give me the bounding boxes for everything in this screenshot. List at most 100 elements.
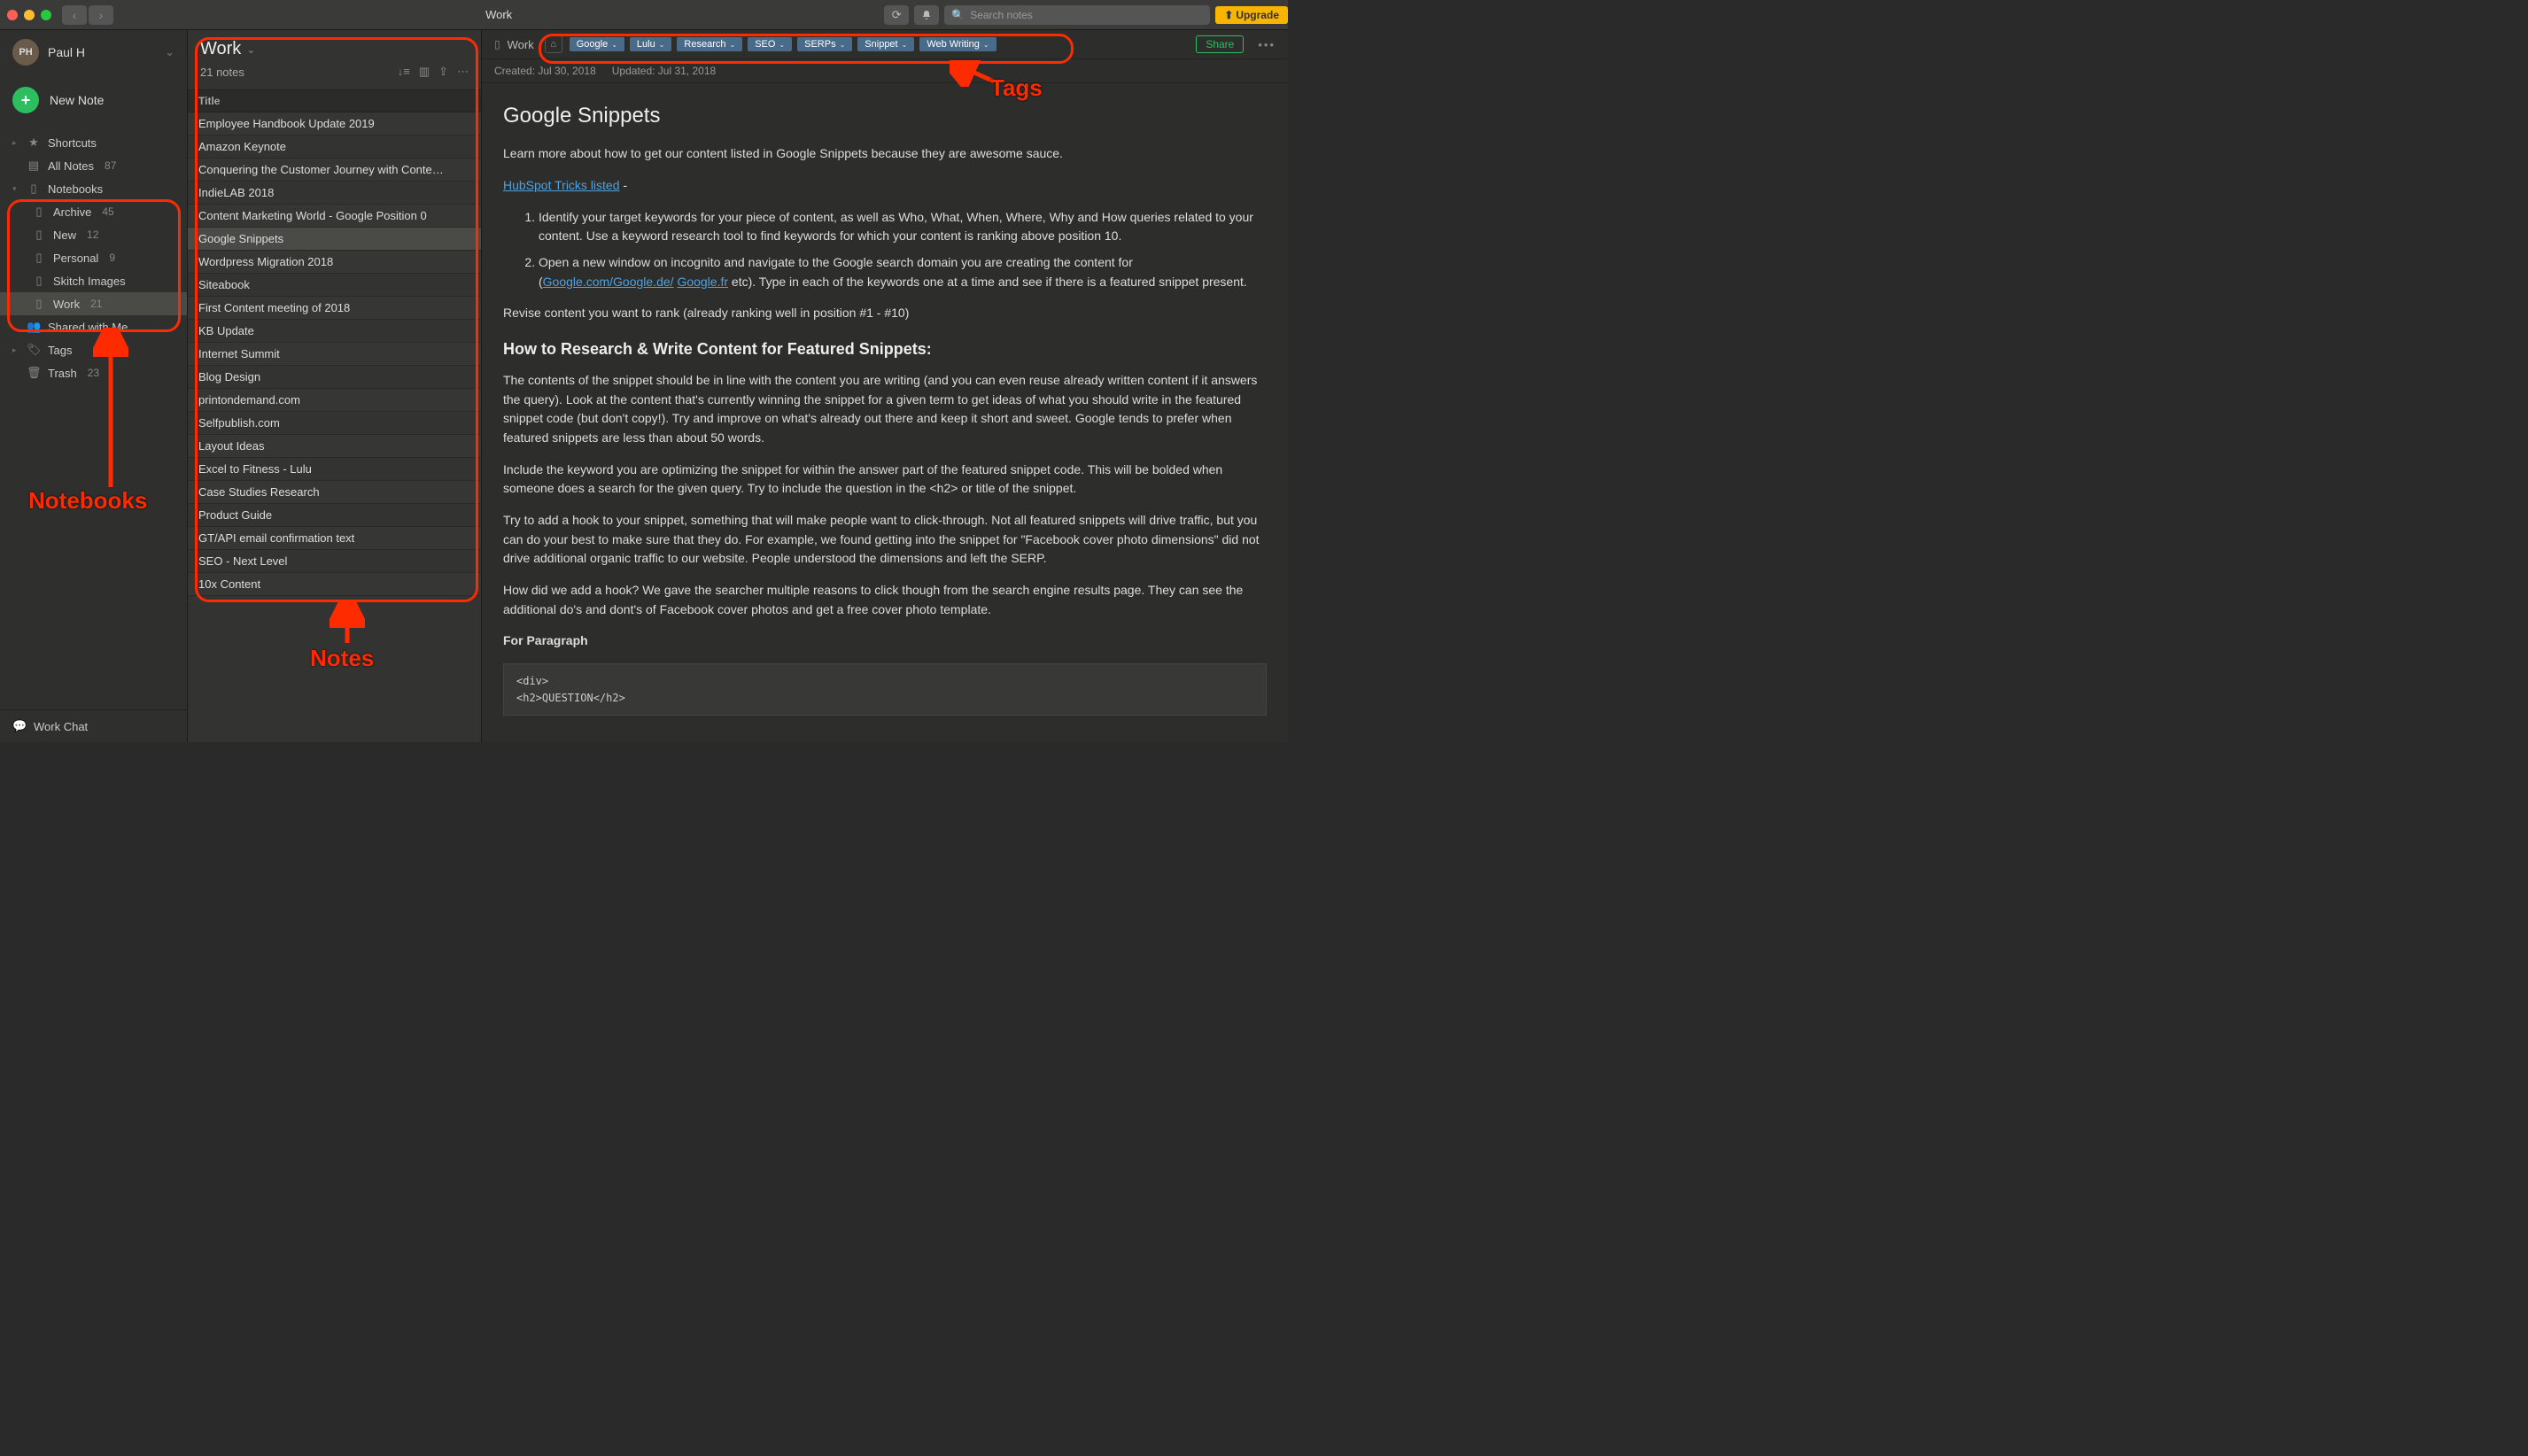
- note-list-row[interactable]: Amazon Keynote: [188, 136, 481, 159]
- user-name: Paul H: [48, 45, 156, 59]
- note-list-row[interactable]: Content Marketing World - Google Positio…: [188, 205, 481, 228]
- minimize-icon[interactable]: [24, 10, 35, 20]
- note-list-row[interactable]: Siteabook: [188, 274, 481, 297]
- tag-label: SERPs: [804, 39, 835, 50]
- notebook-crumb-icon: ▯: [494, 38, 500, 50]
- note-paragraph: How did we add a hook? We gave the searc…: [503, 581, 1267, 619]
- disclosure-icon: ▸: [12, 345, 19, 355]
- breadcrumb-notebook[interactable]: Work: [508, 38, 534, 51]
- notebook-icon: ▯: [32, 274, 46, 288]
- forward-button[interactable]: ›: [89, 5, 113, 25]
- upgrade-button[interactable]: ⬆Upgrade: [1215, 6, 1288, 24]
- more-actions-icon[interactable]: •••: [1258, 38, 1276, 51]
- more-icon[interactable]: ⋯: [457, 65, 469, 79]
- note-list-row[interactable]: Conquering the Customer Journey with Con…: [188, 159, 481, 182]
- tag-pill[interactable]: Lulu ⌄: [630, 37, 672, 51]
- notebook-title-dropdown[interactable]: Work ⌄: [200, 39, 469, 59]
- sort-icon[interactable]: ↓≡: [398, 65, 410, 79]
- share-button[interactable]: Share: [1196, 35, 1244, 53]
- tag-icon: 🏷: [27, 343, 41, 357]
- reminder-icon[interactable]: ⌂: [545, 35, 562, 53]
- tag-pill[interactable]: SEO⌄: [748, 37, 792, 51]
- column-header-title[interactable]: Title: [188, 89, 481, 112]
- bell-icon[interactable]: [914, 5, 939, 25]
- note-list-row[interactable]: KB Update: [188, 320, 481, 343]
- note-body[interactable]: Google Snippets Learn more about how to …: [482, 83, 1288, 742]
- created-date: Created: Jul 30, 2018: [494, 65, 596, 77]
- sidebar-notebook-item[interactable]: ▯Work21: [0, 292, 187, 315]
- tag-pill[interactable]: Research⌄: [677, 37, 742, 51]
- note-list-row[interactable]: Excel to Fitness - Lulu: [188, 458, 481, 481]
- count-badge: 87: [105, 159, 116, 172]
- sidebar-notebook-item[interactable]: ▯Skitch Images: [0, 269, 187, 292]
- annotation-label-tags: Tags: [990, 74, 1043, 102]
- sidebar-item-label: Archive: [53, 205, 91, 219]
- link-google-com[interactable]: Google.com/Google.de/: [543, 275, 674, 289]
- sidebar-item-label: Work Chat: [34, 720, 88, 733]
- chevron-down-icon: ⌄: [659, 41, 665, 49]
- disclosure-down-icon: ▾: [12, 184, 19, 194]
- note-list-row[interactable]: Layout Ideas: [188, 435, 481, 458]
- count-badge: 21: [90, 298, 102, 310]
- sidebar-item-label: Personal: [53, 252, 98, 265]
- sidebar-all-notes[interactable]: ▤ All Notes 87: [0, 154, 187, 177]
- note-list-row[interactable]: IndieLAB 2018: [188, 182, 481, 205]
- sync-icon[interactable]: ⟳: [884, 5, 909, 25]
- note-title[interactable]: Google Snippets: [503, 99, 1267, 132]
- note-heading: How to Research & Write Content for Feat…: [503, 337, 1267, 362]
- sidebar-work-chat[interactable]: 💬 Work Chat: [0, 709, 187, 742]
- account-switcher[interactable]: PH Paul H ⌄: [0, 30, 187, 74]
- new-note-button[interactable]: + New Note: [0, 80, 187, 120]
- chevron-down-icon: ⌄: [165, 45, 174, 59]
- note-paragraph: Try to add a hook to your snippet, somet…: [503, 511, 1267, 569]
- annotation-label-notebooks: Notebooks: [28, 487, 147, 515]
- tag-pill[interactable]: Snippet ⌄: [857, 37, 914, 51]
- code-block: <div> <h2>QUESTION</h2>: [503, 663, 1267, 716]
- note-list-row[interactable]: Selfpublish.com: [188, 412, 481, 435]
- back-button[interactable]: ‹: [62, 5, 87, 25]
- note-list-row[interactable]: Case Studies Research: [188, 481, 481, 504]
- note-list-row[interactable]: Employee Handbook Update 2019: [188, 112, 481, 136]
- tag-label: Snippet: [865, 39, 897, 50]
- sidebar-item-label: New: [53, 228, 76, 242]
- notebook-title: Work: [200, 39, 241, 59]
- tag-pill[interactable]: Google⌄: [570, 37, 624, 51]
- sidebar-item-label: Work: [53, 298, 80, 311]
- avatar: PH: [12, 39, 39, 66]
- view-mode-icon[interactable]: ▥: [419, 65, 430, 79]
- sidebar-notebook-item[interactable]: ▯Archive45: [0, 200, 187, 223]
- chevron-down-icon: ⌄: [902, 41, 908, 49]
- disclosure-icon: ▸: [12, 138, 19, 148]
- star-icon: ★: [27, 136, 41, 150]
- sidebar-notebook-item[interactable]: ▯New12: [0, 223, 187, 246]
- link-hubspot[interactable]: HubSpot Tricks listed: [503, 178, 620, 192]
- note-list-row[interactable]: Google Snippets: [188, 228, 481, 251]
- sidebar-shortcuts[interactable]: ▸ ★ Shortcuts: [0, 131, 187, 154]
- note-list-row[interactable]: GT/API email confirmation text: [188, 527, 481, 550]
- note-list-row[interactable]: printondemand.com: [188, 389, 481, 412]
- note-list-row[interactable]: SEO - Next Level: [188, 550, 481, 573]
- chevron-down-icon: ⌄: [983, 41, 989, 49]
- notebook-icon: ▯: [32, 251, 46, 265]
- tag-pill[interactable]: SERPs⌄: [797, 37, 852, 51]
- note-list-row[interactable]: Wordpress Migration 2018: [188, 251, 481, 274]
- note-list-row[interactable]: Product Guide: [188, 504, 481, 527]
- sidebar-item-label: Trash: [48, 367, 77, 380]
- note-list-row[interactable]: First Content meeting of 2018: [188, 297, 481, 320]
- nav-arrows: ‹ ›: [62, 5, 113, 25]
- search-input[interactable]: 🔍 Search notes: [944, 5, 1210, 25]
- share-icon[interactable]: ⇪: [438, 65, 448, 79]
- tag-label: Web Writing: [927, 39, 980, 50]
- sidebar-notebook-item[interactable]: ▯Personal9: [0, 246, 187, 269]
- note-list-row[interactable]: Internet Summit: [188, 343, 481, 366]
- tag-label: Lulu: [637, 39, 655, 50]
- note-list-row[interactable]: 10x Content: [188, 573, 481, 596]
- tag-label: Google: [577, 39, 608, 50]
- tag-pill[interactable]: Web Writing⌄: [919, 37, 996, 51]
- close-icon[interactable]: [7, 10, 18, 20]
- sidebar-notebooks[interactable]: ▾ ▯ Notebooks: [0, 177, 187, 200]
- maximize-icon[interactable]: [41, 10, 51, 20]
- link-google-fr[interactable]: Google.fr: [677, 275, 728, 289]
- note-list-row[interactable]: Blog Design: [188, 366, 481, 389]
- chevron-down-icon: ⌄: [611, 41, 617, 49]
